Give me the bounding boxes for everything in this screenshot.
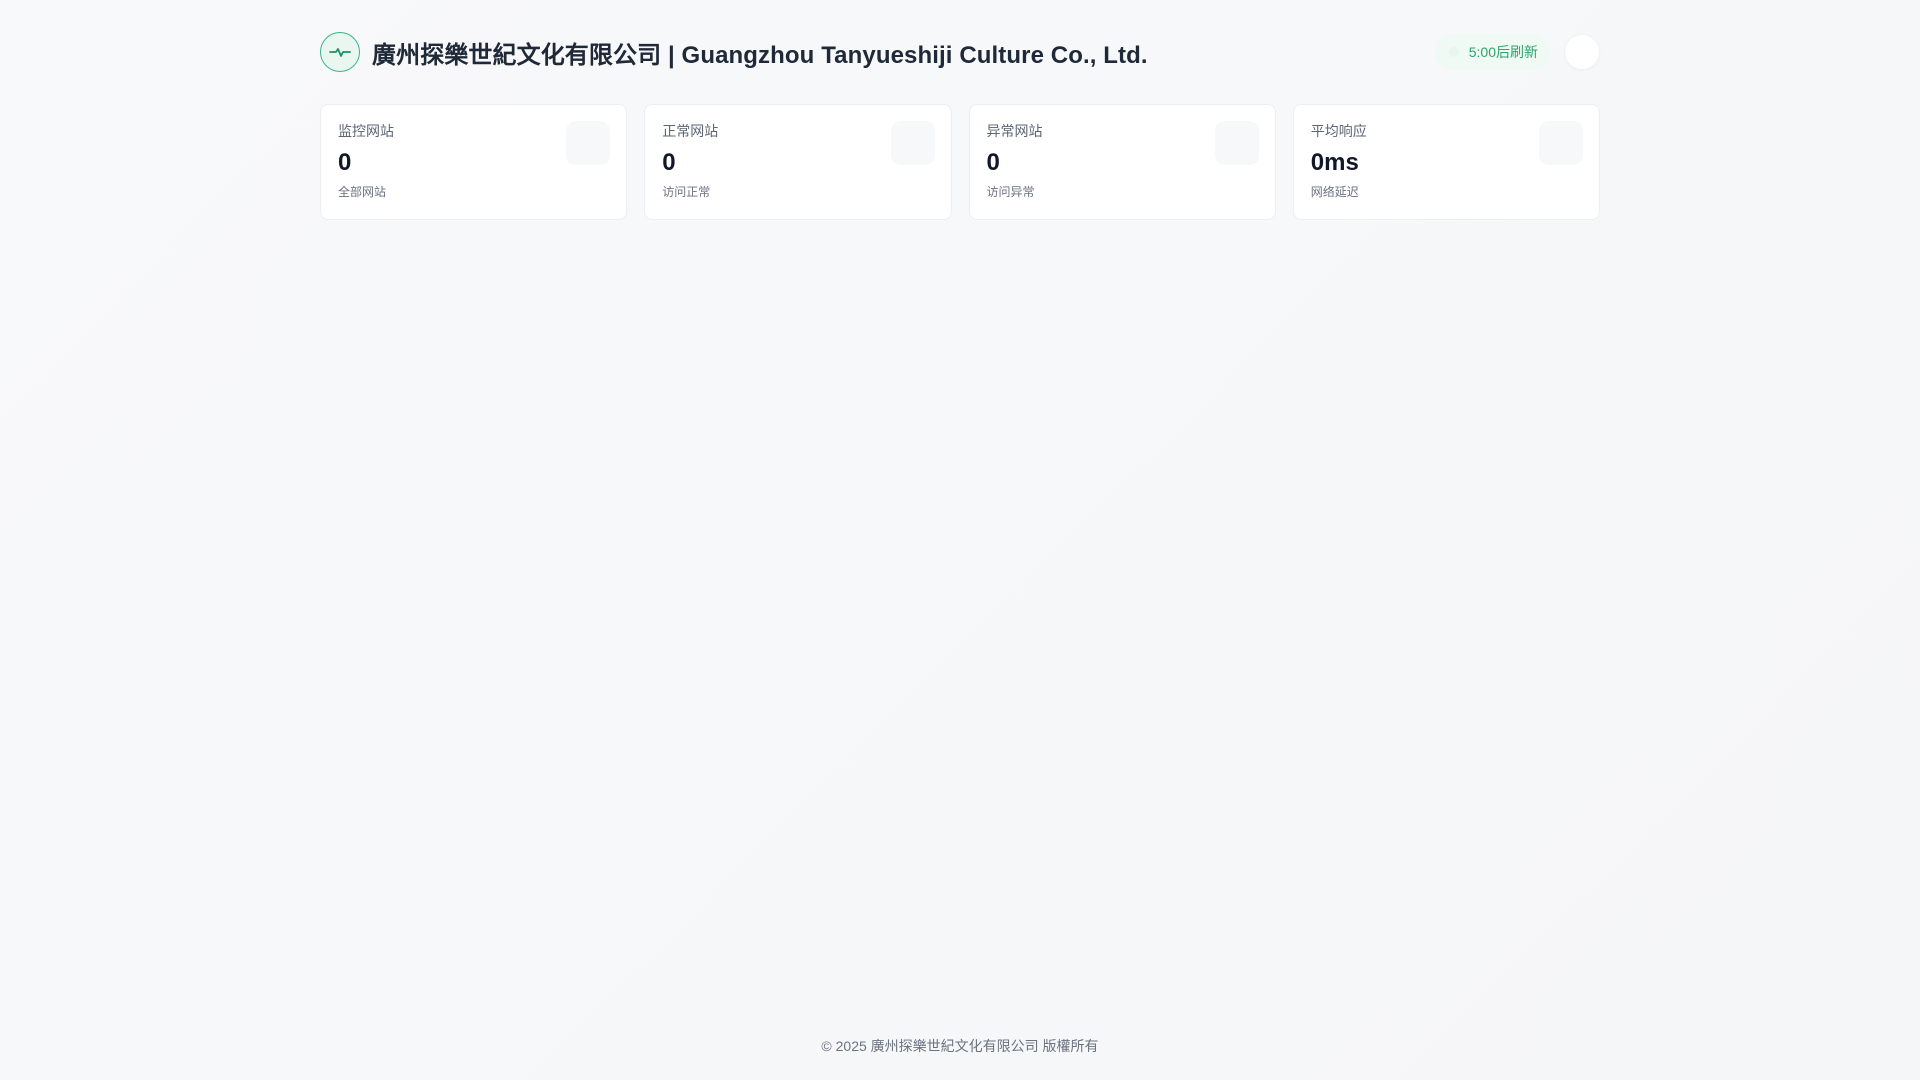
stats-grid: 监控网站 0 全部网站 正常网站 0 访问正常 异常网站 0 访问异常 平均响应… bbox=[320, 104, 1600, 220]
stat-card-avg-response: 平均响应 0ms 网络延迟 bbox=[1292, 104, 1600, 220]
brand: 廣州探樂世紀文化有限公司 | Guangzhou Tanyueshiji Cul… bbox=[320, 32, 1148, 72]
stat-subtitle: 网络延迟 bbox=[1310, 185, 1359, 199]
stat-subtitle: 访问异常 bbox=[986, 185, 1035, 199]
stat-card-monitored: 监控网站 0 全部网站 bbox=[320, 104, 628, 220]
footer: © 2025 廣州探樂世紀文化有限公司 版權所有 bbox=[0, 1036, 1920, 1056]
clock-icon bbox=[1539, 121, 1583, 165]
stat-subtitle: 访问正常 bbox=[662, 185, 711, 199]
refresh-status-icon bbox=[1448, 47, 1459, 57]
check-icon bbox=[890, 121, 935, 165]
warning-icon bbox=[1214, 121, 1259, 165]
refresh-countdown-label: 5:00后刷新 bbox=[1468, 44, 1538, 60]
stat-subtitle: 全部网站 bbox=[338, 185, 387, 199]
page-title: 廣州探樂世紀文化有限公司 | Guangzhou Tanyueshiji Cul… bbox=[372, 41, 1148, 69]
page-container: 廣州探樂世紀文化有限公司 | Guangzhou Tanyueshiji Cul… bbox=[320, 0, 1600, 220]
copyright-text: © 2025 廣州探樂世紀文化有限公司 版權所有 bbox=[821, 1038, 1099, 1054]
stat-card-abnormal: 异常网站 0 访问异常 bbox=[968, 104, 1276, 220]
header-actions: 5:00后刷新 bbox=[1434, 34, 1600, 70]
globe-icon bbox=[566, 121, 611, 165]
heartbeat-icon bbox=[320, 32, 360, 72]
stat-card-normal: 正常网站 0 访问正常 bbox=[644, 104, 952, 220]
refresh-countdown[interactable]: 5:00后刷新 bbox=[1434, 34, 1550, 70]
header: 廣州探樂世紀文化有限公司 | Guangzhou Tanyueshiji Cul… bbox=[320, 0, 1600, 104]
theme-toggle-button[interactable] bbox=[1564, 34, 1600, 70]
